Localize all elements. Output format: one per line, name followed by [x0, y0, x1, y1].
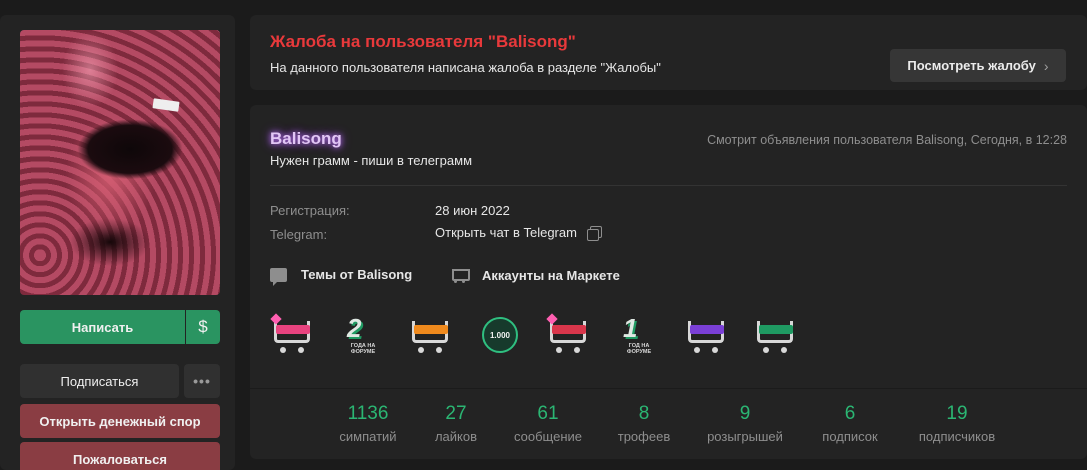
- divider: [270, 185, 1067, 186]
- stat-item[interactable]: 19 подписчиков: [912, 403, 1002, 444]
- view-complaint-button[interactable]: Посмотреть жалобу ›: [890, 49, 1066, 82]
- stat-label: розыгрышей: [707, 429, 783, 444]
- stat-item[interactable]: 9 розыгрышей: [700, 403, 790, 444]
- stat-label: сообщение: [513, 429, 582, 444]
- stat-value: 8: [638, 403, 650, 424]
- subscribe-button[interactable]: Подписаться: [20, 364, 179, 398]
- stat-label: подписчиков: [918, 429, 996, 444]
- chevron-right-icon: ›: [1043, 57, 1049, 74]
- more-options-icon[interactable]: •••: [184, 364, 220, 398]
- trophy-cart-purple-icon[interactable]: [684, 313, 730, 361]
- trophy-one-year-icon[interactable]: 1 ГОД НА ФОРУМЕ: [615, 313, 661, 361]
- stat-value: 61: [537, 403, 559, 424]
- stat-label: подписок: [822, 429, 878, 444]
- write-message-button[interactable]: Написать: [20, 310, 185, 344]
- stat-label: симпатий: [339, 429, 397, 444]
- trophy-cart-red-icon[interactable]: [546, 313, 592, 361]
- user-status: Нужен грамм - пиши в телеграмм: [270, 153, 473, 168]
- cart-icon: [450, 267, 470, 283]
- telegram-value: Открыть чат в Telegram: [435, 225, 602, 241]
- registration-value: 28 июн 2022: [435, 203, 510, 218]
- trophy-cart-orange-icon[interactable]: [408, 313, 454, 361]
- stats-bar: 1136 симпатий 27 лайков 61 сообщение 8 т…: [250, 389, 1087, 459]
- market-accounts-link[interactable]: Аккаунты на Маркете: [450, 267, 620, 283]
- trophy-two-years-text: ГОДА НА ФОРУМЕ: [350, 343, 376, 355]
- stat-value: 19: [946, 403, 968, 424]
- chat-icon: [270, 267, 287, 286]
- profile-card: Balisong Нужен грамм - пиши в телеграмм …: [250, 105, 1087, 388]
- stat-item[interactable]: 61 сообщение: [503, 403, 593, 444]
- trophy-one-year-number: 1: [623, 313, 638, 343]
- stat-item[interactable]: 27 лайков: [411, 403, 501, 444]
- stat-label: лайков: [434, 429, 478, 444]
- username[interactable]: Balisong: [270, 129, 342, 149]
- trophy-cart-pink-icon[interactable]: [270, 313, 316, 361]
- trophy-cart-green-icon[interactable]: [753, 313, 799, 361]
- avatar[interactable]: [20, 30, 220, 295]
- stat-item[interactable]: 8 трофеев: [599, 403, 689, 444]
- trophy-thousand-badge: 1.000: [482, 317, 518, 353]
- dollar-icon[interactable]: $: [186, 310, 220, 344]
- market-accounts-label: Аккаунты на Маркете: [482, 267, 620, 283]
- stat-value: 9: [739, 403, 751, 424]
- trophy-thousand-icon[interactable]: 1.000: [477, 313, 523, 361]
- telegram-link[interactable]: Открыть чат в Telegram: [435, 225, 577, 240]
- stat-label: трофеев: [617, 429, 671, 444]
- view-complaint-label: Посмотреть жалобу: [907, 58, 1036, 73]
- user-themes-label: Темы от Balisong: [301, 267, 413, 282]
- complaint-banner: Жалоба на пользователя "Balisong" На дан…: [250, 15, 1087, 90]
- complaint-text: На данного пользователя написана жалоба …: [270, 60, 661, 75]
- stat-item[interactable]: 6 подписок: [805, 403, 895, 444]
- profile-sidebar: Написать $ Подписаться ••• Открыть денеж…: [0, 15, 235, 470]
- report-button[interactable]: Пожаловаться: [20, 442, 220, 470]
- trophy-two-years-number: 2: [347, 313, 362, 343]
- stat-item[interactable]: 1136 симпатий: [323, 403, 413, 444]
- complaint-title: Жалоба на пользователя "Balisong": [270, 32, 576, 51]
- registration-label: Регистрация:: [270, 203, 350, 218]
- stat-value: 6: [844, 403, 856, 424]
- avatar-tag: [152, 98, 180, 112]
- trophy-one-year-text: ГОД НА ФОРУМЕ: [626, 343, 652, 355]
- trophy-two-years-icon[interactable]: 2 ГОДА НА ФОРУМЕ: [339, 313, 385, 361]
- stat-value: 1136: [347, 403, 389, 424]
- user-activity: Смотрит объявления пользователя Balisong…: [707, 133, 1067, 147]
- user-themes-link[interactable]: Темы от Balisong: [270, 267, 413, 286]
- copy-icon[interactable]: [586, 225, 602, 241]
- registration-date: 28 июн 2022: [435, 203, 510, 218]
- open-dispute-button[interactable]: Открыть денежный спор: [20, 404, 220, 438]
- telegram-label: Telegram:: [270, 227, 328, 242]
- stat-value: 27: [445, 403, 467, 424]
